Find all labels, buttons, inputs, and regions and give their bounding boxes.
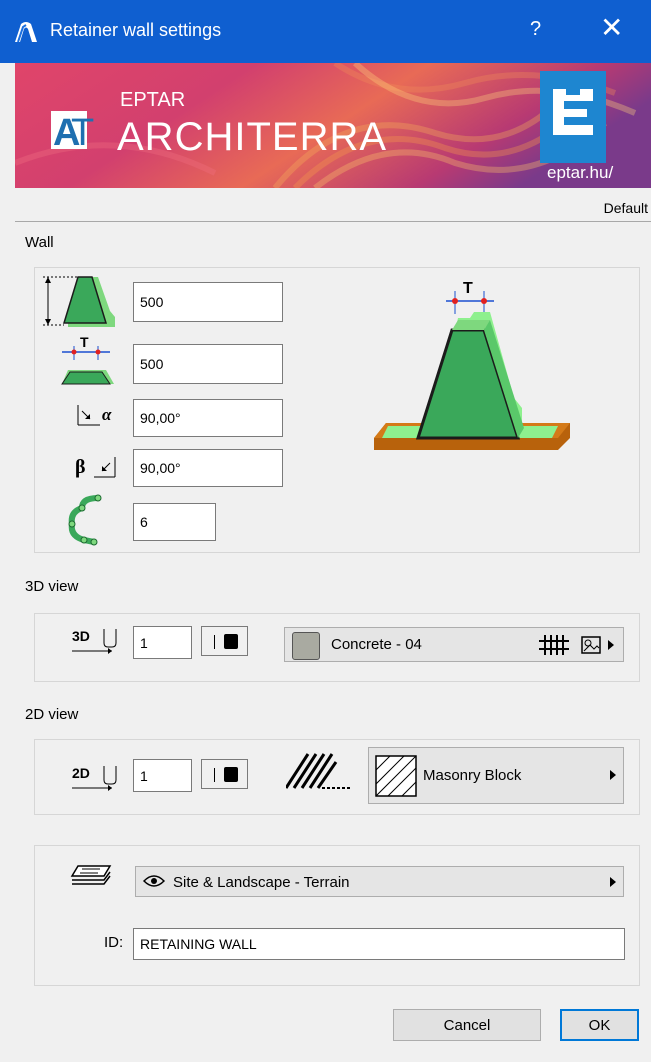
id-label: ID:	[104, 934, 124, 951]
fill-pattern-icon	[286, 753, 350, 789]
alpha-angle-input[interactable]: 90,00°	[133, 399, 283, 437]
id-input[interactable]: RETAINING WALL	[133, 928, 625, 960]
architerra-banner: A T EPTAR AT ARCHITERRA eptar.hu/	[15, 63, 651, 188]
alpha-angle-icon: α	[77, 405, 112, 426]
divider	[15, 221, 651, 222]
profile-label: Default	[603, 200, 648, 216]
wall-height-input[interactable]: 500	[133, 282, 283, 322]
beta-angle-input[interactable]: 90,00°	[133, 449, 283, 487]
banner-site-text: eptar.hu/	[547, 163, 614, 182]
svg-text:β: β	[75, 456, 86, 478]
top-width-icon: T	[61, 334, 114, 385]
view2d-pen-color-button[interactable]	[201, 759, 248, 789]
app-icon	[15, 22, 37, 43]
fill-dropdown[interactable]: Masonry Block	[368, 747, 624, 804]
top-width-input[interactable]: 500	[133, 344, 283, 384]
view3d-section-label: 3D view	[25, 578, 79, 595]
banner-architerra-text: ARCHITERRA	[117, 115, 388, 159]
layer-dropdown-arrow-icon	[610, 877, 616, 887]
close-button[interactable]: ✕	[600, 14, 623, 42]
wall-preview-image	[374, 291, 570, 450]
wall-section-label: Wall	[25, 234, 54, 251]
wall-height-icon	[43, 276, 115, 327]
fill-dropdown-arrow-icon	[610, 770, 616, 780]
segments-icon	[68, 494, 102, 546]
material-texture-icon	[539, 635, 569, 655]
beta-angle-icon: β	[75, 456, 116, 478]
window-title: Retainer wall settings	[50, 20, 222, 40]
help-button[interactable]: ?	[530, 18, 541, 41]
material-dropdown-arrow-icon	[608, 640, 614, 650]
title-bar: Retainer wall settings ? ✕	[0, 0, 651, 63]
view3d-pen-input[interactable]: 1	[133, 626, 192, 659]
layer-icon	[70, 865, 112, 885]
surface-material-dropdown[interactable]: Concrete - 04	[284, 627, 624, 662]
svg-text:T: T	[71, 112, 94, 154]
material-preview-icon	[581, 636, 601, 654]
pen-color-swatch	[224, 634, 238, 649]
pen-color-swatch	[224, 767, 238, 782]
cancel-button[interactable]: Cancel	[393, 1009, 541, 1041]
material-name: Concrete - 04	[331, 636, 422, 653]
pen-2d-icon	[72, 766, 117, 791]
ok-button[interactable]: OK	[560, 1009, 639, 1041]
masonry-block-fill-icon	[375, 755, 417, 797]
view2d-section-label: 2D view	[25, 706, 79, 723]
pen-3d-icon	[72, 629, 117, 654]
svg-text:α: α	[102, 405, 112, 424]
layer-name: Site & Landscape - Terrain	[173, 874, 350, 891]
view3d-pen-color-button[interactable]	[201, 626, 248, 656]
layer-dropdown[interactable]: Site & Landscape - Terrain	[135, 866, 624, 897]
banner-eptar-text: EPTAR	[120, 89, 186, 111]
svg-text:T: T	[80, 334, 89, 350]
segments-input[interactable]: 6	[133, 503, 216, 541]
fill-name: Masonry Block	[423, 767, 522, 784]
material-swatch	[292, 632, 320, 660]
eye-icon	[143, 875, 165, 887]
view2d-pen-input[interactable]: 1	[133, 759, 192, 792]
wall-preview-label: T	[463, 280, 473, 297]
